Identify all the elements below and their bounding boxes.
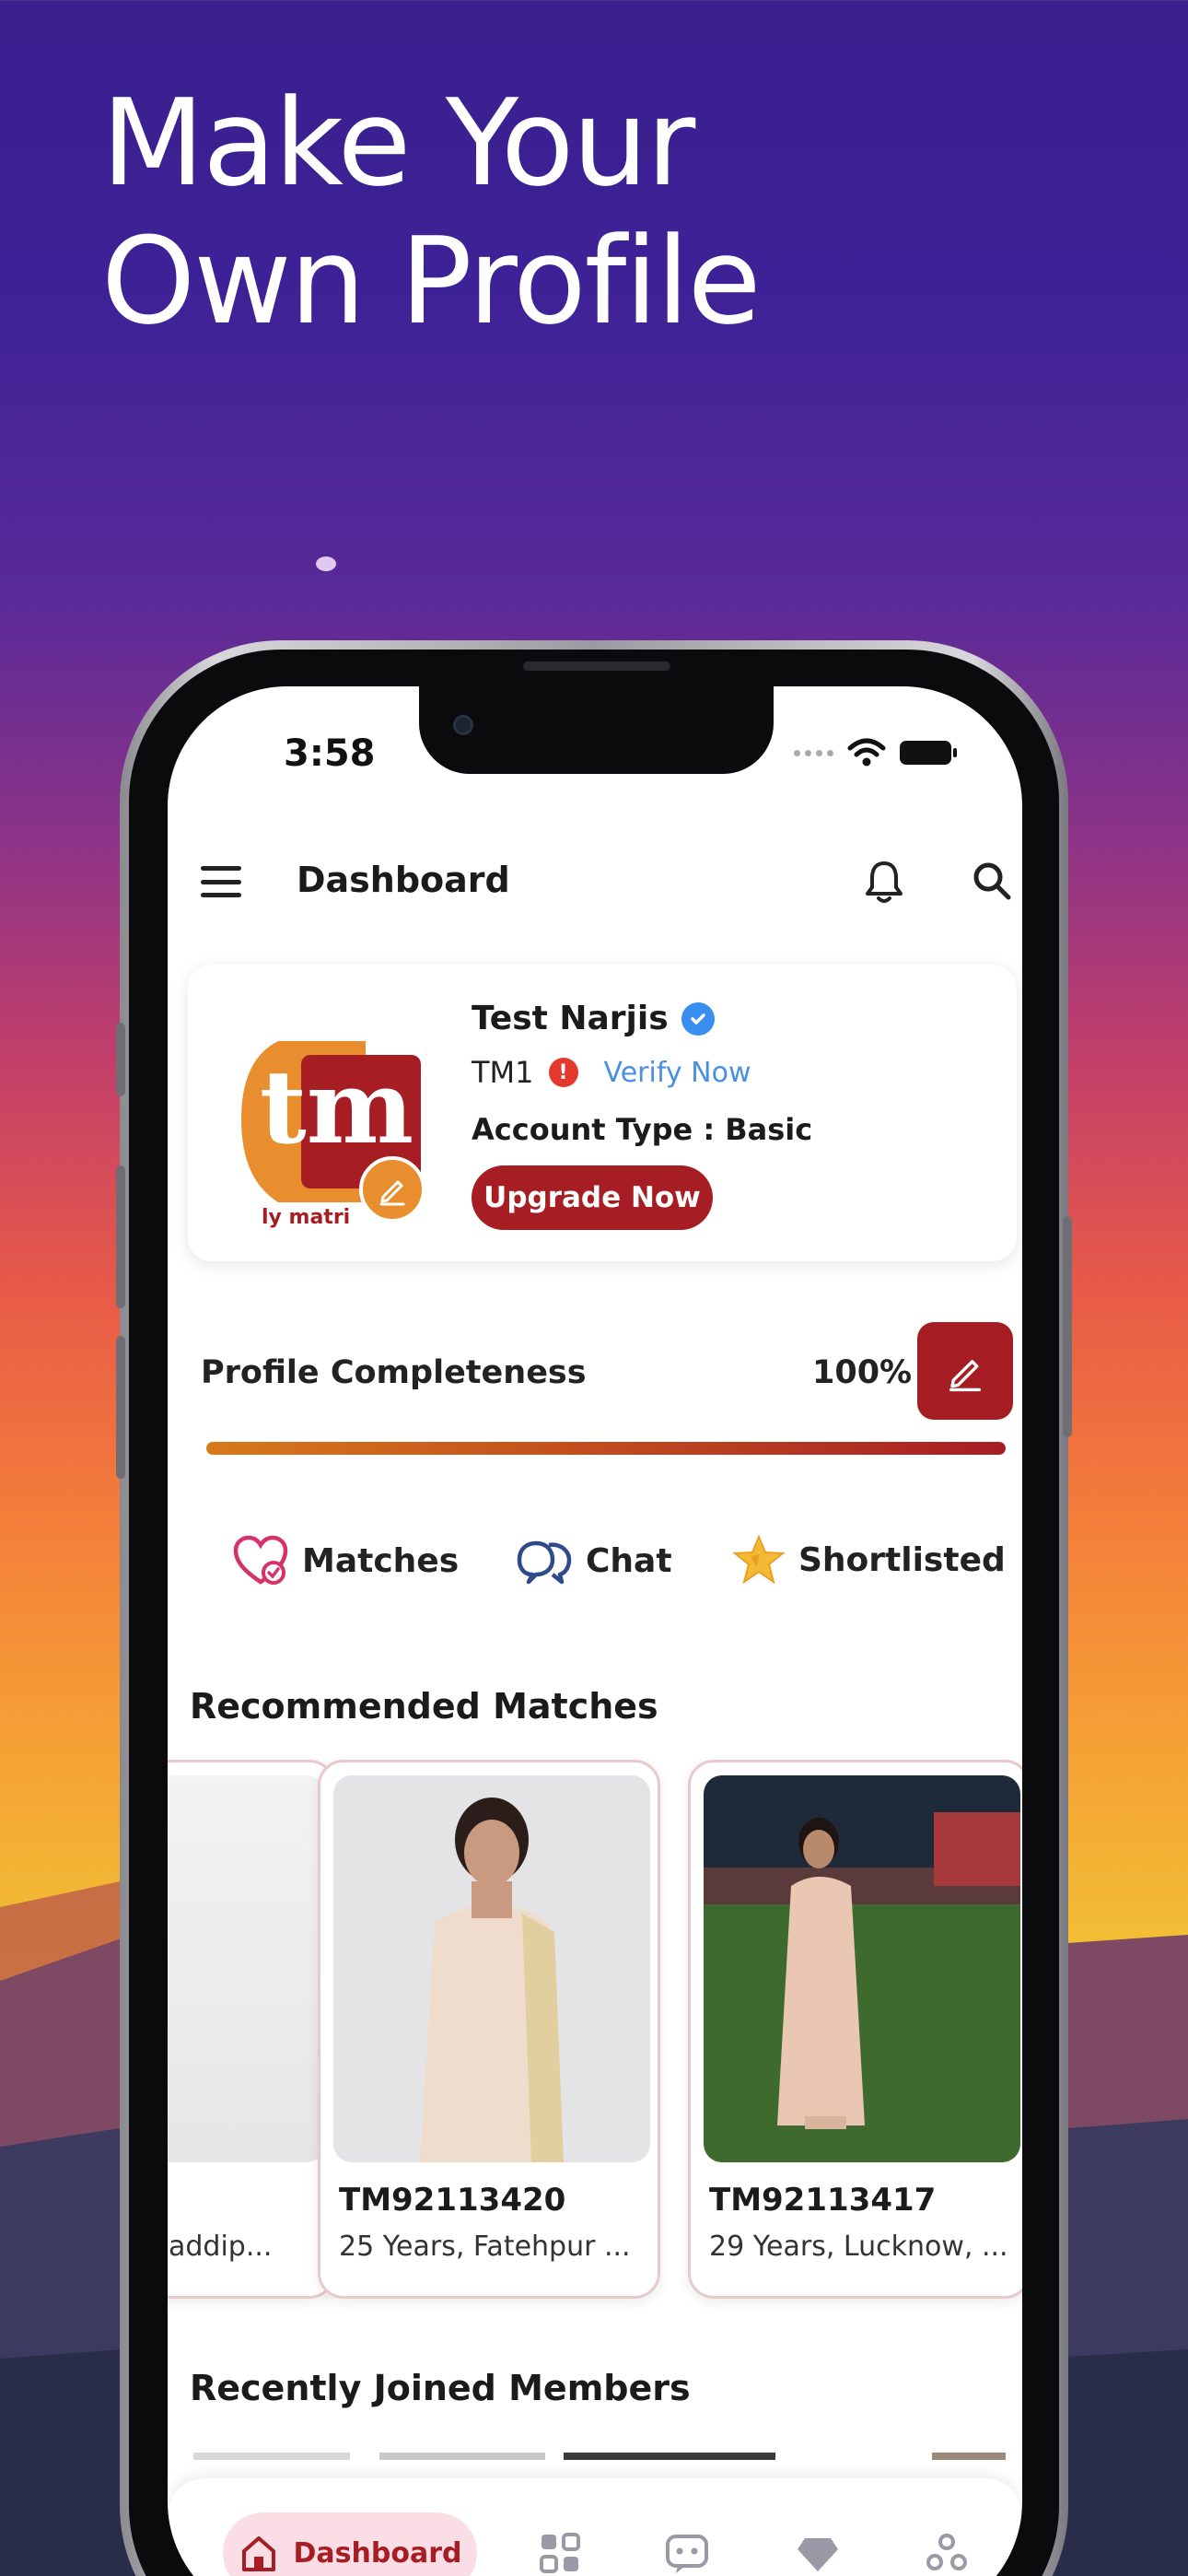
account-type: Account Type : Basic [472,1112,813,1147]
menu-icon[interactable] [201,866,241,897]
search-icon[interactable] [969,858,1015,904]
page-title: Dashboard [297,860,510,900]
message-icon[interactable] [663,2529,711,2576]
status-icons [794,737,957,768]
profile-name-row: Test Narjis [472,1000,715,1037]
profile-completeness-label: Profile Completeness [201,1354,587,1391]
verify-now-link[interactable]: Verify Now [604,1057,751,1089]
wifi-icon [847,738,886,767]
profile-completeness-bar [206,1442,1006,1455]
match-photo [704,1775,1020,2162]
star-icon [732,1534,786,1585]
signal-icon [794,749,833,756]
pencil-icon [379,1180,405,1206]
phone-volume-up [116,1165,125,1308]
matches-label: Matches [302,1541,460,1580]
match-card[interactable]: TM92113420 25 Years, Fatehpur ... [318,1760,660,2299]
grid-icon[interactable] [536,2529,584,2576]
match-id: TM92113420 [339,2182,566,2219]
recommended-matches-title: Recommended Matches [190,1686,658,1727]
promo-headline: Make Your Own Profile [101,73,762,351]
phone-power-button [1063,1216,1072,1437]
match-card[interactable]: TM92113417 29 Years, Lucknow, ... [688,1760,1022,2299]
nav-dashboard-label: Dashboard [293,2536,462,2570]
more-icon[interactable] [923,2529,971,2576]
edit-profile-button[interactable] [917,1322,1013,1420]
profile-id: TM1 [472,1055,534,1090]
phone-side-button [116,1023,125,1096]
diamond-icon[interactable] [794,2529,842,2576]
phone-volume-down [116,1336,125,1479]
match-desc: 29 Years, Lucknow, ... [709,2231,1008,2263]
app-screen: 3:58 Dashboard tm ly matri Test Narjis T… [168,686,1022,2576]
recent-members-strip [193,2453,1006,2460]
match-desc: addip... [169,2231,273,2263]
chat-bubbles-icon [517,1540,572,1585]
chat-label: Chat [586,1541,672,1580]
match-id: TM92113417 [709,2182,937,2219]
profile-id-row: TM1 ! Verify Now [472,1055,751,1090]
recently-joined-title: Recently Joined Members [190,2368,691,2408]
logo-caption: ly matri [262,1206,350,1229]
shortlisted-label: Shortlisted [798,1540,1006,1579]
home-icon [241,2536,275,2571]
bell-icon[interactable] [862,858,906,906]
edit-avatar-button[interactable] [359,1156,425,1223]
shortlisted-button[interactable]: Shortlisted [732,1534,1006,1586]
pencil-icon [949,1360,981,1392]
phone-speaker [523,662,670,671]
headline-line-1: Make Your [101,73,695,213]
profile-name: Test Narjis [472,1000,669,1037]
profile-completeness-percent: 100% [812,1354,913,1391]
match-card[interactable]: addip... [168,1760,335,2299]
front-camera [453,715,473,735]
match-desc: 25 Years, Fatehpur ... [339,2231,631,2263]
status-time: 3:58 [284,732,376,775]
heart-check-icon [233,1535,288,1585]
verified-icon [681,1001,715,1036]
info-icon: ! [548,1058,578,1087]
match-photo [168,1775,325,2162]
headline-line-2: Own Profile [101,211,762,351]
profile-completeness-fill [206,1442,1006,1455]
match-photo [333,1775,650,2162]
nav-dashboard[interactable]: Dashboard [223,2512,477,2576]
logo-text: tm [260,1048,413,1166]
upgrade-now-button[interactable]: Upgrade Now [472,1165,713,1230]
battery-icon [900,741,957,765]
matches-button[interactable]: Matches [232,1534,459,1587]
chat-button[interactable]: Chat [516,1534,672,1587]
phone-notch [419,686,774,774]
decorative-dot [316,556,336,571]
